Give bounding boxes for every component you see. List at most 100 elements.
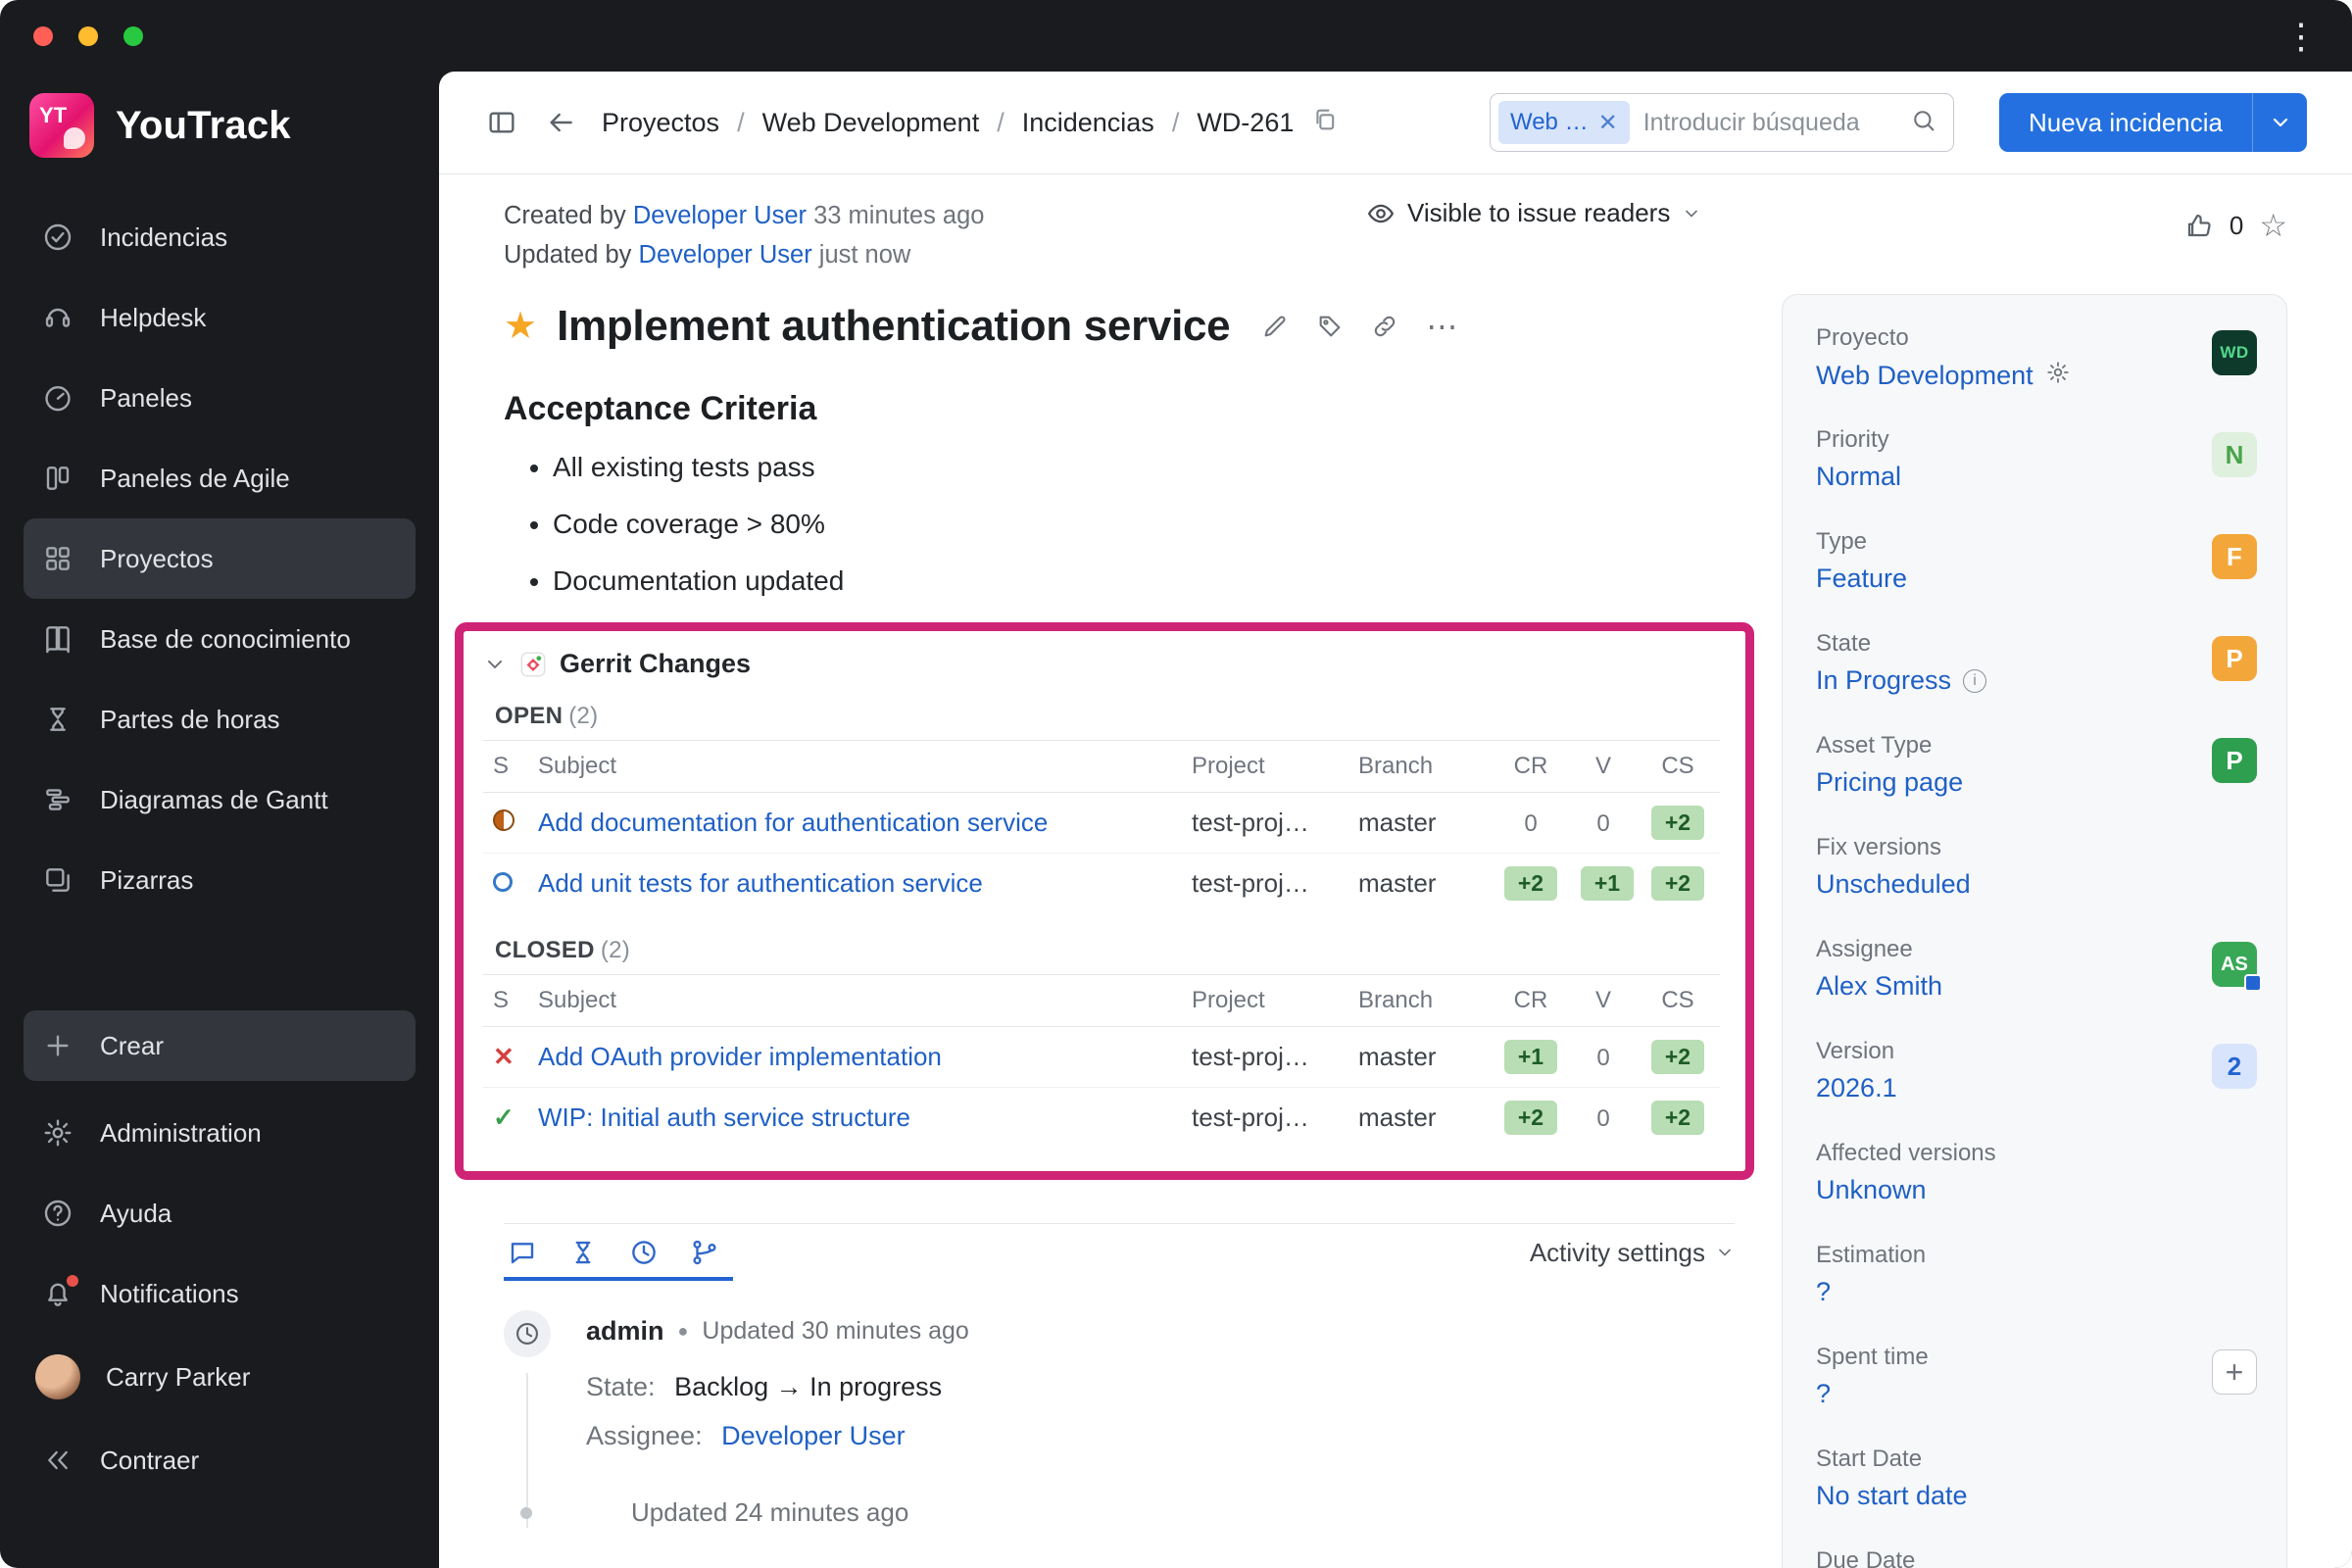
new-issue-dropdown[interactable]	[2252, 93, 2307, 152]
breadcrumb-project[interactable]: Web Development	[762, 108, 980, 138]
kebab-menu-icon[interactable]: ⋮	[2283, 18, 2319, 54]
visibility-dropdown[interactable]: Visible to issue readers	[1366, 198, 1701, 228]
assignee-change-link[interactable]: Developer User	[721, 1421, 906, 1450]
time-tab-icon[interactable]	[629, 1238, 659, 1267]
breadcrumb-incidencias[interactable]: Incidencias	[1022, 108, 1154, 138]
affected-versions-value-link[interactable]: Unknown	[1816, 1175, 1927, 1205]
change-subject-link[interactable]: Add OAuth provider implementation	[538, 1042, 1172, 1072]
estimation-value-link[interactable]: ?	[1816, 1277, 1831, 1307]
activity-settings-dropdown[interactable]: Activity settings	[1530, 1238, 1735, 1268]
project-value-link[interactable]: Web Development	[1816, 361, 2034, 391]
bell-icon	[41, 1275, 78, 1310]
sidebar-item-proyectos[interactable]: Proyectos	[24, 518, 416, 599]
issue-description: Acceptance Criteria All existing tests p…	[504, 390, 1735, 597]
breadcrumb-issue-id[interactable]: WD-261	[1197, 108, 1294, 138]
starred-icon[interactable]: ★	[504, 308, 537, 345]
projects-grid-icon	[41, 542, 74, 575]
copy-id-icon[interactable]	[1311, 106, 1339, 140]
app-window: ⋮ YT YouTrack Incidencias Helpdesk Panel…	[0, 0, 2352, 1568]
activity-author-link[interactable]: admin	[586, 1316, 664, 1347]
more-actions-icon[interactable]: ⋯	[1426, 311, 1457, 342]
chevron-down-icon	[1719, 1249, 1731, 1256]
project-avatar-badge: WD	[2212, 330, 2257, 375]
search-filter-tag[interactable]: Web … ✕	[1497, 101, 1630, 144]
sidebar-toggle-icon[interactable]	[484, 105, 519, 140]
breadcrumb-separator: /	[997, 107, 1004, 137]
zoom-window-button[interactable]	[123, 25, 143, 46]
type-value-link[interactable]: Feature	[1816, 564, 1907, 594]
assignee-value-link[interactable]: Alex Smith	[1816, 971, 1942, 1002]
change-status-open-icon	[493, 872, 513, 892]
fix-versions-value-link[interactable]: Unscheduled	[1816, 869, 1971, 900]
project-settings-gear-icon[interactable]	[2045, 360, 2071, 392]
history-tab-icon[interactable]	[568, 1238, 598, 1267]
vcs-tab-icon[interactable]	[690, 1238, 719, 1267]
created-user-link[interactable]: Developer User	[633, 202, 807, 229]
breadcrumb-proyectos[interactable]: Proyectos	[602, 108, 719, 138]
start-date-value-link[interactable]: No start date	[1816, 1481, 1968, 1511]
help-icon	[41, 1197, 74, 1230]
collapse-chevron-icon[interactable]	[483, 653, 507, 676]
sidebar-item-paneles[interactable]: Paneles	[24, 358, 416, 438]
sidebar-item-pizarras[interactable]: Pizarras	[24, 840, 416, 920]
field-version: Version 2026.1 2	[1816, 1038, 2257, 1106]
asset-type-value-link[interactable]: Pricing page	[1816, 767, 1963, 798]
sidebar-item-partes-horas[interactable]: Partes de horas	[24, 679, 416, 760]
gerrit-change-row: Add documentation for authentication ser…	[483, 792, 1720, 854]
change-branch: master	[1348, 792, 1491, 854]
info-icon[interactable]: i	[1963, 668, 1987, 693]
eye-icon	[1368, 204, 1394, 222]
spent-time-value-link[interactable]: ?	[1816, 1379, 1831, 1409]
sidebar-item-gantt[interactable]: Diagramas de Gantt	[24, 760, 416, 840]
priority-value-link[interactable]: Normal	[1816, 462, 1901, 492]
youtrack-logo[interactable]: YT YouTrack	[24, 85, 416, 158]
updated-user-link[interactable]: Developer User	[639, 241, 812, 269]
change-subject-link[interactable]: Add documentation for authentication ser…	[538, 808, 1172, 838]
change-subject-link[interactable]: Add unit tests for authentication servic…	[538, 868, 1172, 899]
sidebar-item-paneles-agile[interactable]: Paneles de Agile	[24, 438, 416, 518]
sidebar-item-label: Administration	[100, 1117, 262, 1148]
minimize-window-button[interactable]	[78, 25, 98, 46]
change-subject-link[interactable]: WIP: Initial auth service structure	[538, 1102, 1172, 1133]
issue-main: ★ Implement authentication service ⋯ Acc…	[455, 274, 1754, 1528]
sidebar-item-base-conocimiento[interactable]: Base de conocimiento	[24, 599, 416, 679]
field-priority: Priority Normal N	[1816, 426, 2257, 495]
thumbs-up-icon[interactable]	[2184, 211, 2214, 240]
sidebar-item-notifications[interactable]: Notifications	[24, 1253, 416, 1334]
fields-card: Proyecto Web Development WD Priority Nor…	[1782, 294, 2287, 1568]
sidebar-collapse[interactable]: Contraer	[24, 1420, 416, 1500]
field-label: Proyecto	[1816, 324, 1909, 351]
change-v-badge: +1	[1581, 866, 1634, 901]
field-start-date: Start Date No start date	[1816, 1446, 2257, 1514]
gerrit-change-row: ✓ WIP: Initial auth service structure te…	[483, 1088, 1720, 1149]
version-value-link[interactable]: 2026.1	[1816, 1073, 1897, 1103]
create-button[interactable]: Crear	[24, 1010, 416, 1081]
topbar: Proyectos / Web Development / Incidencia…	[439, 72, 2352, 174]
change-v: 0	[1596, 1105, 1610, 1132]
remove-tag-icon[interactable]: ✕	[1598, 109, 1618, 137]
comments-tab-icon[interactable]	[508, 1238, 537, 1267]
link-icon[interactable]	[1371, 313, 1398, 340]
issue-columns: ★ Implement authentication service ⋯ Acc…	[455, 274, 2287, 1568]
collapse-label: Contraer	[100, 1445, 200, 1475]
state-value-link[interactable]: In Progress	[1816, 665, 1951, 696]
favorite-star-icon[interactable]: ☆	[2259, 210, 2287, 241]
sidebar-item-incidencias[interactable]: Incidencias	[24, 197, 416, 277]
issues-icon	[41, 220, 74, 254]
search-input[interactable]: Web … ✕ Introducir búsqueda	[1489, 93, 1954, 152]
sidebar-item-label: Ayuda	[100, 1198, 172, 1228]
tag-icon[interactable]	[1316, 313, 1344, 340]
gerrit-icon	[520, 652, 546, 676]
sidebar-profile[interactable]: Carry Parker	[24, 1334, 416, 1420]
sidebar-item-helpdesk[interactable]: Helpdesk	[24, 277, 416, 358]
add-spent-time-button[interactable]: +	[2212, 1349, 2257, 1395]
new-issue-button-group: Nueva incidencia	[1998, 93, 2307, 152]
sidebar-item-ayuda[interactable]: Ayuda	[24, 1173, 416, 1253]
field-due-date: Due Date	[1816, 1547, 2257, 1568]
close-window-button[interactable]	[33, 25, 53, 46]
sidebar-item-administration[interactable]: Administration	[24, 1093, 416, 1173]
edit-pencil-icon[interactable]	[1261, 313, 1289, 340]
back-arrow-icon[interactable]	[543, 105, 578, 140]
new-issue-button[interactable]: Nueva incidencia	[1998, 93, 2252, 152]
vote-controls: 0 ☆	[2184, 210, 2287, 241]
